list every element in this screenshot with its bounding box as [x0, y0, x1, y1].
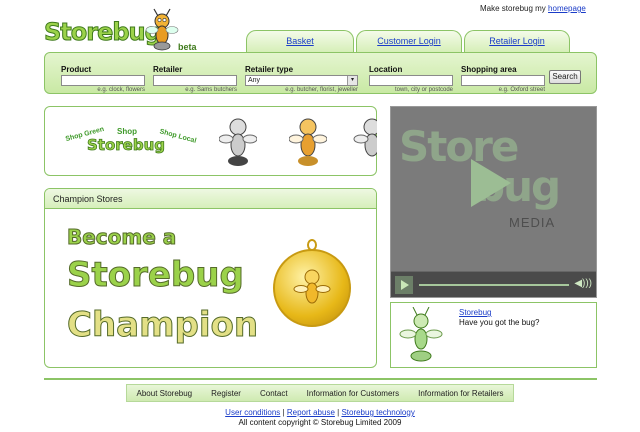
retailer-input[interactable] [153, 75, 237, 86]
make-homepage-line: Make storebug my homepage [480, 4, 586, 13]
report-abuse-link[interactable]: Report abuse [287, 408, 335, 417]
product-input[interactable] [61, 75, 145, 86]
champion-line3: Champion [66, 305, 259, 346]
footer-nav: About Storebug Register Contact Informat… [126, 384, 514, 402]
play-overlay-icon[interactable] [471, 159, 511, 207]
retailer-hint: e.g. Sams butchers [185, 87, 237, 93]
champion-line1: Become a [66, 225, 177, 250]
footer-nav-info-customers[interactable]: Information for Customers [307, 389, 399, 398]
retailer-type-selected: Any [248, 77, 261, 84]
retailer-field-group: Retailer e.g. Sams butchers [153, 65, 237, 93]
location-input[interactable] [369, 75, 453, 86]
seek-bar[interactable] [419, 284, 569, 286]
search-button[interactable]: Search [549, 70, 581, 84]
make-homepage-text: Make storebug my [480, 4, 546, 13]
retailer-label: Retailer [153, 65, 183, 74]
medal-bug-icon [293, 269, 331, 304]
banner-shop: Shop [117, 127, 137, 136]
shopping-area-hint: e.g. Oxford street [498, 87, 545, 93]
footer-nav-info-retailers[interactable]: Information for Retailers [418, 389, 503, 398]
tab-basket-link[interactable]: Basket [286, 36, 314, 46]
footer-separator: | [282, 408, 285, 417]
copyright-text: All content copyright © Storebug Limited… [238, 418, 402, 427]
retailer-type-label: Retailer type [245, 65, 294, 74]
tab-basket[interactable]: Basket [246, 30, 354, 52]
chevron-down-icon: ▾ [347, 76, 357, 85]
tab-retailer-login[interactable]: Retailer Login [464, 30, 570, 52]
partial-bug-icon [353, 118, 377, 157]
green-bug-icon [399, 307, 443, 362]
footer-divider [44, 378, 597, 380]
location-label: Location [369, 65, 403, 74]
footer-nav-about[interactable]: About Storebug [137, 389, 193, 398]
storebug-logo[interactable]: Storebug beta [44, 8, 204, 54]
storebug-technology-link[interactable]: Storebug technology [341, 408, 414, 417]
storebug-status-box: Storebug Have you got the bug? [390, 302, 597, 368]
media-word: MEDIA [509, 215, 556, 230]
user-conditions-link[interactable]: User conditions [225, 408, 280, 417]
tab-customer-login[interactable]: Customer Login [356, 30, 462, 52]
grey-bug-icon [219, 118, 257, 166]
shopping-area-input[interactable] [461, 75, 545, 86]
champion-line2: Storebug [67, 255, 245, 296]
location-field-group: Location town, city or postcode [369, 65, 453, 93]
orange-bug-icon [289, 118, 327, 166]
retailer-type-hint: e.g. butcher, florist, jeweller [285, 87, 358, 93]
product-hint: e.g. clock, flowers [97, 87, 145, 93]
retailer-type-field-group: Retailer type Any ▾ e.g. butcher, floris… [245, 65, 358, 93]
media-player[interactable]: Store bug MEDIA ◀))) [390, 106, 597, 298]
footer-separator: | [337, 408, 340, 417]
product-field-group: Product e.g. clock, flowers [61, 65, 145, 93]
footer-nav-contact[interactable]: Contact [260, 389, 288, 398]
champion-stores-panel: Champion Stores Become a Storebug Champi… [44, 188, 377, 368]
footer-nav-register[interactable]: Register [211, 389, 241, 398]
tab-customer-login-link[interactable]: Customer Login [377, 36, 441, 46]
bee-mascot-icon [145, 8, 179, 51]
beta-badge: beta [178, 42, 197, 52]
shopping-area-field-group: Shopping area e.g. Oxford street [461, 65, 545, 93]
shop-storebug-banner[interactable]: Shop Green Shop Storebug Shop Local [44, 106, 377, 176]
banner-storebug: Storebug [87, 136, 166, 155]
tab-retailer-login-link[interactable]: Retailer Login [489, 36, 545, 46]
retailer-type-select[interactable]: Any ▾ [245, 75, 358, 86]
volume-icon[interactable]: ◀))) [574, 278, 592, 289]
homepage-link[interactable]: homepage [548, 4, 586, 13]
play-button[interactable] [395, 276, 413, 294]
product-label: Product [61, 65, 92, 74]
footer-links: User conditions | Report abuse | Storebu… [0, 408, 640, 417]
bugbox-message: Have you got the bug? [459, 318, 540, 327]
shopping-area-label: Shopping area [461, 65, 517, 74]
search-bar: Product e.g. clock, flowers Retailer e.g… [44, 52, 597, 94]
media-controls: ◀))) [391, 271, 596, 297]
champion-stores-heading: Champion Stores [45, 189, 376, 209]
location-hint: town, city or postcode [394, 87, 453, 93]
champion-medal-icon [273, 249, 351, 327]
storebug-link[interactable]: Storebug [459, 308, 491, 317]
